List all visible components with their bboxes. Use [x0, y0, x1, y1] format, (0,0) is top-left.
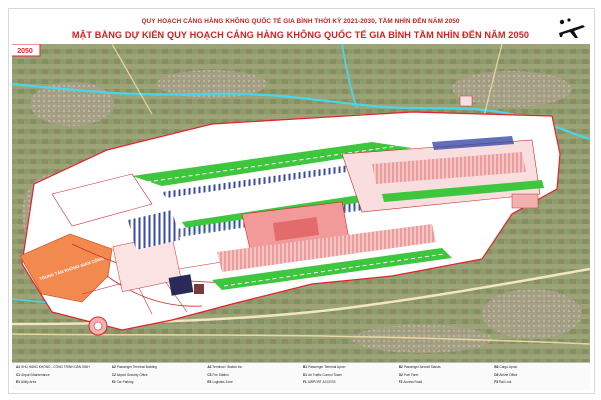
- legend-code: B2: [398, 365, 403, 369]
- legend-code: D2: [398, 372, 403, 377]
- legend-item: A1KHU HÀNG KHÔNG - CÔNG TRÌNH DÂN SINH: [16, 365, 108, 373]
- legend-code: F3: [494, 380, 499, 385]
- corner-badge-label: 2050: [17, 48, 33, 55]
- legend-item: B1Passenger Terminal Apron: [303, 365, 395, 373]
- legend-item: D1Air Traffic Control Tower: [303, 373, 395, 381]
- facility-block: [194, 284, 204, 294]
- legend-code: B3: [494, 365, 499, 369]
- map-canvas: 2050 TRUNG TÂM KHÔNG GIAN CÔNG: [12, 44, 590, 362]
- legend-code: A1: [16, 365, 21, 369]
- legend-item: B3Cargo Apron: [494, 365, 586, 373]
- legend-text: Car Parking: [116, 380, 134, 385]
- map-legend: A1KHU HÀNG KHÔNG - CÔNG TRÌNH DÂN SINH A2…: [12, 362, 590, 390]
- legend-text: Passenger Terminal Building: [116, 365, 158, 369]
- legend-code: A3: [207, 365, 212, 369]
- legend-text: Air Traffic Control Tower: [308, 372, 342, 377]
- legend-text: Terminal / Station inc: [212, 365, 242, 369]
- legend-text: Airline Office: [499, 372, 518, 377]
- legend-code: C2: [111, 372, 116, 377]
- legend-code: F2: [398, 380, 403, 385]
- legend-item: A2Passenger Terminal Building: [112, 365, 204, 373]
- legend-item: A3Terminal / Station inc: [207, 365, 299, 373]
- legend-item: B2Passenger Aircraft Stands: [399, 365, 491, 373]
- legend-code: E1: [16, 380, 20, 385]
- legend-item: C3Fire Station: [207, 373, 299, 381]
- legend-code: D1: [302, 372, 308, 377]
- legend-code: B1: [302, 365, 308, 369]
- legend-item: C2Airport Security Office: [112, 373, 204, 381]
- legend-code: E2: [111, 380, 116, 385]
- legend-item: D3Airline Office: [494, 373, 586, 381]
- legend-text: Passenger Terminal Apron: [308, 365, 346, 369]
- map-title: MẶT BẰNG DỰ KIẾN QUY HOẠCH CẢNG HÀNG KHÔ…: [71, 30, 530, 40]
- legend-item: F2Access Road: [399, 380, 491, 388]
- airplane-icon: [559, 18, 585, 38]
- settlement: [30, 82, 114, 126]
- legend-text: Logistics Zone: [212, 380, 233, 385]
- facility-block: [511, 193, 539, 209]
- legend-code: C1: [16, 372, 21, 377]
- legend-item: F3Rail Link: [494, 380, 586, 388]
- legend-code: C3: [207, 372, 212, 377]
- legend-item: F1AIRPORT ACCESS: [303, 380, 395, 388]
- legend-text: Fuel Farm: [403, 372, 419, 377]
- facility-block: [168, 274, 194, 296]
- legend-text: Airport Security Office: [116, 372, 148, 377]
- legend-code: A2: [111, 365, 116, 369]
- legend-code: F1: [302, 380, 307, 385]
- roundabout-center: [93, 321, 103, 331]
- facility-block: [459, 95, 473, 107]
- legend-item: E3Logistics Zone: [207, 380, 299, 388]
- airport-master-plan-map: 2050 TRUNG TÂM KHÔNG GIAN CÔNG: [12, 44, 590, 362]
- legend-text: KHU HÀNG KHÔNG - CÔNG TRÌNH DÂN SINH: [21, 365, 90, 369]
- legend-text: Access Road: [403, 380, 423, 385]
- legend-item: D2Fuel Farm: [399, 373, 491, 381]
- legend-text: Cargo Apron: [499, 365, 518, 369]
- legend-text: AIRPORT ACCESS: [307, 380, 336, 385]
- map-subtitle: QUY HOẠCH CẢNG HÀNG KHÔNG QUỐC TẾ GIA BÌ…: [141, 18, 460, 25]
- legend-text: Rail Link: [499, 380, 512, 385]
- legend-code: E3: [207, 380, 212, 385]
- legend-item: E2Car Parking: [112, 380, 204, 388]
- legend-text: Airport Maintenance: [21, 372, 50, 377]
- legend-code: D3: [494, 372, 499, 377]
- legend-item: E1Utility Area: [16, 380, 108, 388]
- legend-item: C1Airport Maintenance: [16, 373, 108, 381]
- legend-text: Fire Station: [212, 372, 229, 377]
- legend-text: Utility Area: [20, 380, 37, 385]
- settlement: [482, 289, 582, 339]
- legend-text: Passenger Aircraft Stands: [403, 365, 441, 369]
